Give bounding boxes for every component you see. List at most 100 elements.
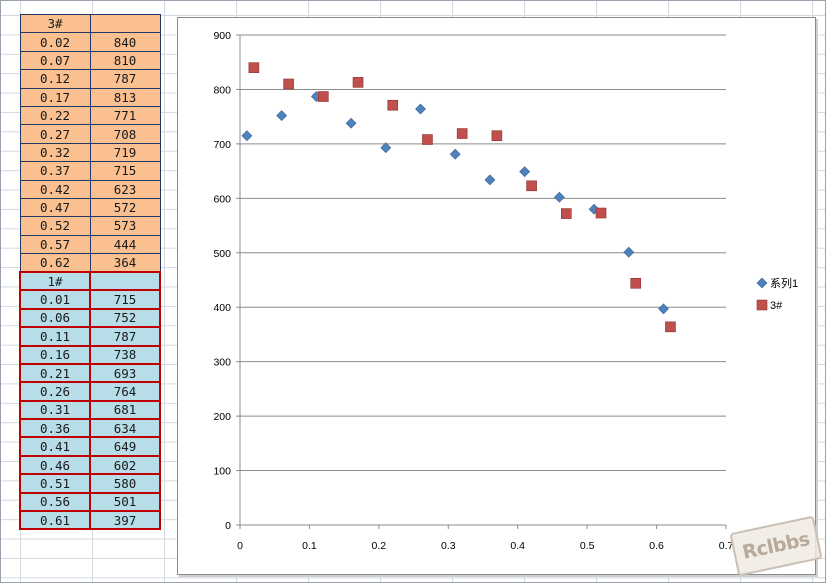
cell-value[interactable]: [89, 270, 161, 292]
table-1-row: 0.26 764: [19, 381, 161, 402]
cell-value[interactable]: 693: [89, 362, 161, 384]
series-1-point: [623, 246, 635, 258]
cell-x[interactable]: 0.31: [19, 399, 91, 421]
cell-x[interactable]: 3#: [19, 13, 91, 34]
legend-label: 3#: [770, 300, 783, 312]
series-1-point: [553, 191, 565, 203]
cell-x[interactable]: 0.01: [19, 289, 91, 310]
cell-value[interactable]: [89, 13, 161, 34]
y-tick-label: 200: [213, 411, 231, 423]
cell-x[interactable]: 0.16: [19, 344, 91, 365]
cell-x[interactable]: 0.02: [19, 32, 91, 52]
series-3-point: [595, 207, 607, 219]
cell-x[interactable]: 0.21: [19, 362, 91, 384]
series-3-point: [630, 277, 642, 289]
cell-x[interactable]: 0.47: [19, 197, 91, 218]
cell-value[interactable]: 580: [89, 473, 161, 494]
x-tick-label: 0.4: [510, 540, 525, 552]
y-tick-label: 400: [213, 302, 231, 314]
cell-value[interactable]: 573: [89, 216, 161, 236]
series-1-point: [276, 110, 288, 122]
data-series: [241, 62, 676, 333]
table-3-row: 0.17 813: [19, 87, 161, 107]
table-3-row: 0.02 840: [19, 32, 161, 52]
table-3-row: 0.12 787: [19, 69, 161, 89]
cell-value[interactable]: 708: [89, 124, 161, 144]
cell-value[interactable]: 634: [89, 418, 161, 439]
cell-value[interactable]: 715: [89, 161, 161, 181]
cell-value[interactable]: 840: [89, 32, 161, 52]
series-3-point: [665, 321, 676, 333]
cell-value[interactable]: 810: [89, 50, 161, 71]
cell-value[interactable]: 771: [89, 105, 161, 126]
cell-value[interactable]: 764: [89, 381, 161, 402]
legend-marker: [756, 277, 768, 289]
cell-x[interactable]: 0.27: [19, 124, 91, 144]
table-1-row: 0.36 634: [19, 418, 161, 439]
cell-x[interactable]: 1#: [19, 270, 91, 292]
cell-x[interactable]: 0.36: [19, 418, 91, 439]
cell-x[interactable]: 0.22: [19, 105, 91, 126]
cell-value[interactable]: 719: [89, 142, 161, 163]
table-3-row: 0.27 708: [19, 124, 161, 144]
table-3-row: 0.22 771: [19, 105, 161, 126]
cell-value[interactable]: 572: [89, 197, 161, 218]
cell-value[interactable]: 787: [89, 69, 161, 89]
data-table: 3# 0.02 840 0.07 810 0.12 787 0.17 813 0.22 771 0.2…: [19, 13, 161, 531]
cell-value[interactable]: 602: [89, 454, 161, 476]
scatter-chart[interactable]: 0 100 200 300 400 500 600 700 800 900 0 0.1 0.2 0.3 0…: [177, 17, 816, 575]
table-1-row: 0.06 752: [19, 307, 161, 329]
cell-value[interactable]: 649: [89, 436, 161, 457]
table-1-row: 0.11 787: [19, 326, 161, 347]
series-1-point: [484, 174, 496, 186]
cell-value[interactable]: 813: [89, 87, 161, 107]
cell-x[interactable]: 0.42: [19, 179, 91, 199]
legend: 系列1 3#: [756, 276, 798, 312]
cell-x[interactable]: 0.62: [19, 253, 91, 273]
cell-value[interactable]: 738: [89, 344, 161, 365]
y-tick-label: 700: [213, 139, 231, 151]
table-3-row: 0.62 364: [19, 253, 161, 273]
series-1-point: [415, 103, 426, 115]
table-3-row: 0.42 623: [19, 179, 161, 199]
table-1-row: 0.41 649: [19, 436, 161, 457]
legend-marker: [756, 299, 768, 311]
cell-x[interactable]: 0.07: [19, 50, 91, 71]
cell-x[interactable]: 0.32: [19, 142, 91, 163]
cell-value[interactable]: 397: [89, 510, 161, 531]
cell-value[interactable]: 787: [89, 326, 161, 347]
cell-x[interactable]: 0.11: [19, 326, 91, 347]
cell-x[interactable]: 0.37: [19, 161, 91, 181]
x-tick-label: 0.2: [372, 540, 387, 552]
x-tick-label: 0.3: [441, 540, 456, 552]
cell-x[interactable]: 0.46: [19, 454, 91, 476]
series-3-point: [491, 130, 503, 142]
cell-value[interactable]: 623: [89, 179, 161, 199]
data-table-body: 3# 0.02 840 0.07 810 0.12 787 0.17 813 0.22 771 0.2…: [19, 13, 161, 531]
cell-x[interactable]: 0.57: [19, 234, 91, 255]
cell-x[interactable]: 0.56: [19, 491, 91, 513]
cell-x[interactable]: 0.12: [19, 69, 91, 89]
table-3-row: 0.07 810: [19, 50, 161, 71]
series-1-point: [345, 117, 357, 129]
y-tick-labels: 0 100 200 300 400 500 600 700 800 900: [213, 30, 231, 532]
series-3-point: [422, 134, 433, 145]
cell-x[interactable]: 0.17: [19, 87, 91, 107]
table-3-header-row: 3#: [19, 13, 161, 34]
cell-x[interactable]: 0.61: [19, 510, 91, 531]
cell-x[interactable]: 0.41: [19, 436, 91, 457]
cell-value[interactable]: 444: [89, 234, 161, 255]
cell-value[interactable]: 681: [89, 399, 161, 421]
cell-value[interactable]: 364: [89, 253, 161, 273]
table-1-row: 0.46 602: [19, 454, 161, 476]
cell-x[interactable]: 0.51: [19, 473, 91, 494]
cell-x[interactable]: 0.26: [19, 381, 91, 402]
y-tick-label: 300: [213, 357, 231, 369]
cell-value[interactable]: 715: [89, 289, 161, 310]
series-3-point: [283, 78, 294, 90]
table-1-row: 0.56 501: [19, 491, 161, 513]
cell-value[interactable]: 501: [89, 491, 161, 513]
cell-x[interactable]: 0.52: [19, 216, 91, 236]
cell-x[interactable]: 0.06: [19, 307, 91, 329]
cell-value[interactable]: 752: [89, 307, 161, 329]
